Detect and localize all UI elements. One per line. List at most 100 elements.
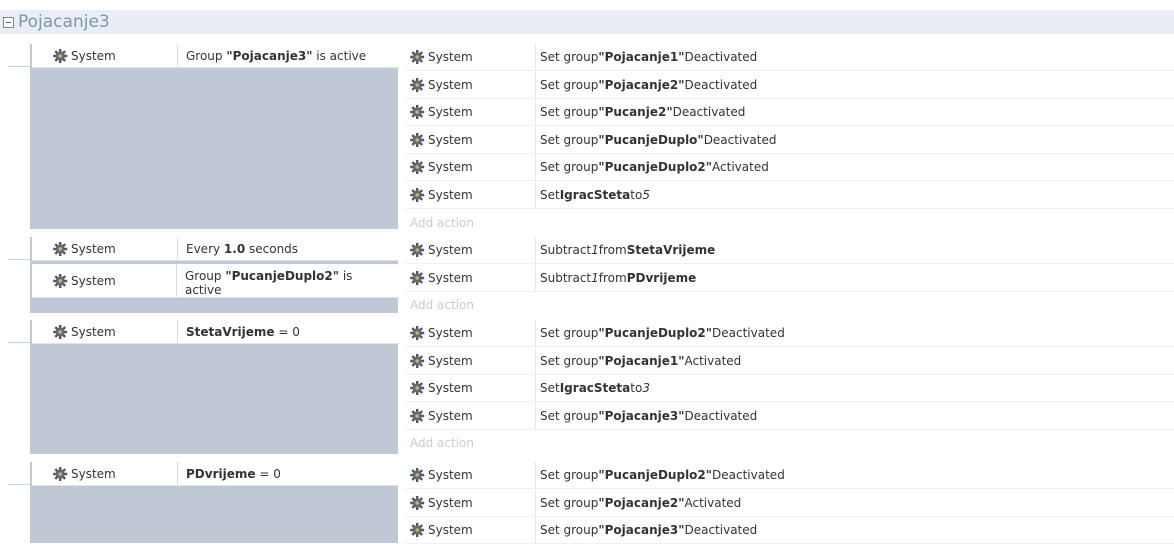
action-row[interactable]: System Subtract 1 from StetaVrijeme — [405, 237, 1174, 264]
condition-row[interactable]: System PDvrijeme = 0 — [32, 462, 399, 486]
gear-icon — [410, 495, 425, 510]
action-text[interactable]: Set IgracSteta to 3 — [535, 375, 650, 402]
condition-row[interactable]: System Group "Pojacanje3" is active — [32, 44, 399, 68]
action-row[interactable]: System Set group "Pojacanje2" Activated — [405, 489, 1174, 517]
action-object[interactable]: System — [405, 77, 535, 93]
action-object[interactable]: System — [405, 242, 535, 258]
condition-object[interactable]: System — [32, 462, 178, 485]
condition-text[interactable]: StetaVrijeme = 0 — [178, 320, 308, 339]
action-text[interactable]: Set group "PucanjeDuplo2" Activated — [535, 154, 769, 181]
condition-object[interactable]: System — [32, 320, 178, 343]
action-object[interactable]: System — [405, 159, 535, 175]
gear-icon — [410, 50, 425, 64]
condition-object-label: System — [71, 241, 116, 256]
condition-object[interactable]: System — [32, 237, 178, 260]
group-title: Pojacanje3 — [18, 12, 110, 32]
action-object-label: System — [428, 188, 473, 202]
condition-row[interactable]: System Every 1.0 seconds — [32, 237, 399, 261]
action-object[interactable]: System — [405, 380, 535, 396]
action-text[interactable]: Set group "Pojacanje3" Deactivated — [535, 402, 757, 429]
action-row[interactable]: System Set group "PucanjeDuplo" Deactivat… — [405, 126, 1174, 154]
condition-object[interactable]: System — [32, 264, 177, 297]
condition-text[interactable]: PDvrijeme = 0 — [178, 462, 289, 481]
action-object[interactable]: System — [405, 325, 535, 341]
condition-row[interactable]: System StetaVrijeme = 0 — [32, 320, 399, 344]
action-object[interactable]: System — [405, 353, 535, 369]
condition-object-label: System — [71, 324, 116, 339]
action-row[interactable]: System Set group "Pucanje2" Deactivated — [405, 99, 1174, 127]
action-text[interactable]: Subtract 1 from PDvrijeme — [535, 264, 696, 291]
collapse-icon[interactable] — [3, 16, 14, 28]
event-block[interactable]: System PDvrijeme = 0 System Set group "Puca… — [30, 462, 1174, 544]
action-object[interactable]: System — [405, 467, 535, 483]
action-object-label: System — [428, 408, 473, 423]
gear-icon — [53, 48, 68, 63]
group-title-bar[interactable]: Pojacanje3 — [0, 10, 1174, 34]
tree-connector — [8, 484, 32, 485]
action-object[interactable]: System — [405, 187, 535, 203]
action-row[interactable]: System Set group "Pojacanje2" Deactivated — [405, 71, 1174, 99]
tree-connector — [8, 342, 32, 343]
action-object-label: System — [428, 77, 473, 92]
action-row[interactable]: System Set IgracSteta to 5 — [405, 182, 1174, 209]
action-row[interactable]: System Set group "PucanjeDuplo2" Deactiva… — [405, 462, 1174, 489]
action-row[interactable]: System Set group "Pojacanje1" Deactivated — [405, 44, 1174, 71]
action-object[interactable]: System — [405, 270, 535, 286]
gear-icon — [410, 381, 425, 396]
condition-text[interactable]: Group "Pojacanje3" is active — [178, 44, 374, 63]
action-text[interactable]: Set group "Pojacanje1" Deactivated — [535, 44, 757, 70]
action-text[interactable]: Set group "Pojacanje1" Activated — [535, 347, 741, 374]
gear-icon — [53, 466, 68, 481]
action-object-label: System — [428, 381, 473, 396]
action-object[interactable]: System — [405, 132, 535, 148]
action-object-label: System — [428, 523, 473, 538]
action-row[interactable]: System Set group "PucanjeDuplo2" Deactiva… — [405, 320, 1174, 347]
condition-panel[interactable] — [30, 44, 398, 229]
action-object[interactable]: System — [405, 408, 535, 424]
action-row[interactable]: System Set group "Pojacanje3" Deactivated — [405, 517, 1174, 544]
action-object[interactable]: System — [405, 104, 535, 120]
action-text[interactable]: Set IgracSteta to 5 — [535, 182, 650, 208]
condition-text[interactable]: Group "PucanjeDuplo2" is active — [177, 264, 399, 297]
add-action-link[interactable]: Add action — [405, 432, 525, 454]
action-object[interactable]: System — [405, 49, 535, 65]
action-row[interactable]: System Set IgracSteta to 3 — [405, 375, 1174, 403]
action-object[interactable]: System — [405, 522, 535, 538]
gear-icon — [53, 273, 68, 288]
condition-object[interactable]: System — [32, 44, 178, 67]
action-text[interactable]: Set group "Pojacanje3" Deactivated — [535, 517, 757, 544]
action-object-label: System — [428, 353, 473, 368]
gear-icon — [410, 353, 425, 368]
action-row[interactable]: System Set group "Pojacanje3" Deactivated — [405, 402, 1174, 430]
add-action-link[interactable]: Add action — [405, 212, 525, 234]
action-row[interactable]: System Subtract 1 from PDvrijeme — [405, 264, 1174, 292]
action-text[interactable]: Set group "PucanjeDuplo2" Deactivated — [535, 462, 785, 488]
action-row[interactable]: System Set group "PucanjeDuplo2" Activate… — [405, 154, 1174, 182]
action-object-label: System — [428, 50, 473, 64]
event-block[interactable]: System Every 1.0 seconds System Group "Puca… — [30, 237, 1174, 313]
action-text[interactable]: Set group "PucanjeDuplo" Deactivated — [535, 126, 776, 153]
action-text[interactable]: Set group "PucanjeDuplo2" Deactivated — [535, 320, 785, 346]
gear-icon — [410, 243, 425, 257]
add-action-link[interactable]: Add action — [405, 294, 525, 316]
action-text[interactable]: Subtract 1 from StetaVrijeme — [535, 237, 715, 263]
action-text[interactable]: Set group "Pojacanje2" Deactivated — [535, 71, 757, 98]
condition-object-label: System — [71, 273, 116, 288]
action-object-label: System — [428, 495, 473, 510]
condition-object-label: System — [71, 466, 116, 481]
action-object[interactable]: System — [405, 495, 535, 511]
gear-icon — [410, 326, 425, 340]
condition-text[interactable]: Every 1.0 seconds — [178, 237, 306, 256]
action-text[interactable]: Set group "Pucanje2" Deactivated — [535, 99, 745, 126]
gear-icon — [410, 105, 425, 120]
event-block[interactable]: System Group "Pojacanje3" is active System… — [30, 44, 1174, 230]
gear-icon — [410, 160, 425, 175]
action-object-label: System — [428, 326, 473, 340]
action-text[interactable]: Set group "Pojacanje2" Activated — [535, 489, 741, 516]
action-row[interactable]: System Set group "Pojacanje1" Activated — [405, 347, 1174, 375]
event-block[interactable]: System StetaVrijeme = 0 System Set group "P… — [30, 320, 1174, 454]
condition-row[interactable]: System Group "PucanjeDuplo2" is active — [32, 264, 399, 298]
gear-icon — [410, 188, 425, 202]
gear-icon — [410, 270, 425, 285]
action-object-label: System — [428, 105, 473, 120]
